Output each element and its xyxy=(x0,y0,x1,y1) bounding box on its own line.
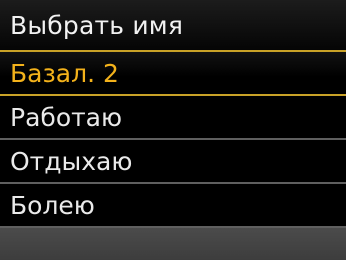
pump-screen: Выбрать имя Базал. 2 Работаю Отдыхаю Бол… xyxy=(0,0,346,260)
menu-item-label: Работаю xyxy=(10,102,123,132)
menu-item-label: Базал. 2 xyxy=(10,58,119,88)
footer-bar xyxy=(0,228,346,260)
menu-item-working[interactable]: Работаю xyxy=(0,96,346,138)
screen-header: Выбрать имя xyxy=(0,0,346,50)
menu-item-resting[interactable]: Отдыхаю xyxy=(0,140,346,182)
menu-item-sick[interactable]: Болею xyxy=(0,184,346,226)
menu-item-label: Болею xyxy=(10,190,95,220)
menu-item-label: Отдыхаю xyxy=(10,146,133,176)
page-title: Выбрать имя xyxy=(10,10,184,40)
menu-item-basal-2[interactable]: Базал. 2 xyxy=(0,52,346,94)
